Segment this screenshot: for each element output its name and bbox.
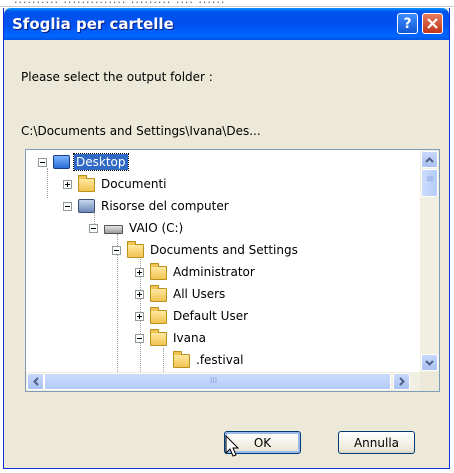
chevron-right-icon — [398, 377, 405, 386]
tree-item-label: Documents and Settings — [150, 243, 298, 257]
collapse-icon[interactable] — [135, 333, 144, 343]
tree-item-label: VAIO (C:) — [129, 221, 184, 235]
tree-item-label: All Users — [173, 287, 226, 301]
folder-tree[interactable]: Desktop Documenti Risorse del computer V… — [25, 149, 440, 392]
title-bar[interactable]: Sfoglia per cartelle ? — [4, 8, 449, 40]
tree-item-desktop[interactable]: Desktop — [38, 151, 129, 173]
folder-icon — [150, 329, 167, 346]
mouse-cursor-icon — [225, 435, 240, 457]
expand-icon[interactable] — [135, 289, 144, 299]
background-window-strip: .......... .............. ......... ....… — [0, 0, 454, 8]
tree-item-all-users[interactable]: All Users — [135, 283, 227, 305]
tree-item-label: Administrator — [173, 265, 255, 279]
tree-item-label: Risorse del computer — [101, 199, 229, 213]
tree-item-label: Ivana — [173, 331, 206, 345]
background-window-rule — [0, 6, 454, 7]
chevron-down-icon — [425, 359, 434, 366]
selected-path-label: C:\Documents and Settings\Ivana\Des... — [21, 124, 261, 138]
cancel-button[interactable]: Annulla — [338, 431, 415, 454]
tree-item-vaio-drive[interactable]: VAIO (C:) — [89, 217, 185, 239]
documents-folder-icon — [78, 175, 95, 192]
tree-item-label: .festival — [196, 353, 244, 367]
tree-connector — [163, 348, 165, 372]
folder-icon — [127, 241, 144, 258]
tree-item-festival[interactable]: .festival — [173, 349, 246, 371]
folder-icon — [150, 307, 167, 324]
collapse-icon[interactable] — [112, 245, 121, 255]
horizontal-scrollbar[interactable] — [26, 372, 439, 391]
help-button[interactable]: ? — [397, 13, 418, 34]
scroll-right-button[interactable] — [393, 373, 410, 390]
tree-item-label: Desktop — [73, 153, 129, 171]
tree-item-documents-and-settings[interactable]: Documents and Settings — [112, 239, 300, 261]
scrollbar-corner — [420, 372, 439, 391]
chevron-up-icon — [425, 156, 434, 163]
vertical-scrollbar[interactable] — [420, 150, 439, 372]
folder-icon — [173, 351, 190, 368]
tree-item-label: Default User — [173, 309, 249, 323]
scroll-down-button[interactable] — [421, 354, 438, 371]
expand-icon[interactable] — [135, 267, 144, 277]
tree-item-administrator[interactable]: Administrator — [135, 261, 257, 283]
expand-icon[interactable] — [135, 311, 144, 321]
horizontal-scroll-thumb[interactable] — [44, 373, 391, 390]
collapse-icon[interactable] — [89, 223, 98, 233]
tree-item-risorse-del-computer[interactable]: Risorse del computer — [63, 195, 231, 217]
close-button[interactable] — [422, 13, 443, 34]
tree-item-ivana[interactable]: Ivana — [135, 327, 208, 349]
tree-item-default-user[interactable]: Default User — [135, 305, 250, 327]
folder-icon — [150, 285, 167, 302]
folder-tree-content: Desktop Documenti Risorse del computer V… — [26, 150, 421, 372]
scroll-up-button[interactable] — [421, 151, 438, 168]
close-icon — [427, 18, 438, 29]
browse-folder-dialog: Sfoglia per cartelle ? Please select the… — [3, 8, 450, 469]
tree-item-documenti[interactable]: Documenti — [63, 173, 169, 195]
dialog-title: Sfoglia per cartelle — [12, 15, 174, 33]
scroll-left-button[interactable] — [27, 373, 44, 390]
chevron-left-icon — [32, 377, 39, 386]
tree-item-label: Documenti — [101, 177, 167, 191]
collapse-icon[interactable] — [38, 157, 47, 167]
expand-icon[interactable] — [63, 179, 72, 189]
collapse-icon[interactable] — [63, 201, 72, 211]
drive-icon — [104, 224, 123, 234]
folder-icon — [150, 263, 167, 280]
desktop-icon — [53, 155, 70, 169]
vertical-scroll-thumb[interactable] — [421, 169, 438, 197]
prompt-label: Please select the output folder : — [21, 70, 213, 84]
computer-icon — [78, 199, 95, 213]
